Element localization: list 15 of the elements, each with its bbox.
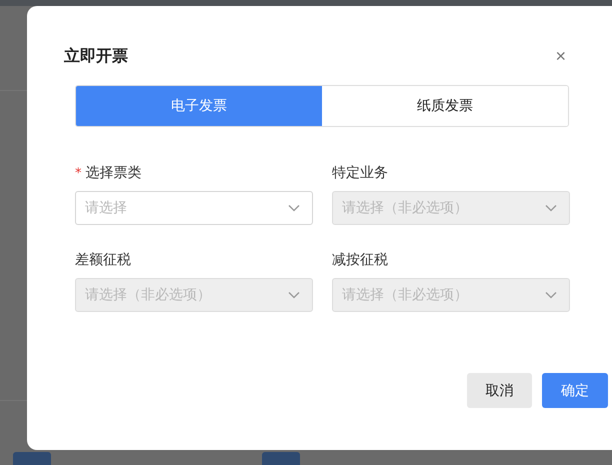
field-label: 选择票类 [86, 164, 142, 182]
dialog-title: 立即开票 [64, 46, 128, 66]
field-label: 特定业务 [332, 164, 388, 182]
field-label: 减按征税 [332, 251, 388, 269]
cancel-button[interactable]: 取消 [467, 373, 532, 408]
chevron-down-icon [545, 291, 557, 299]
chevron-down-icon [288, 204, 300, 212]
select-field[interactable]: 请选择 [75, 191, 313, 225]
confirm-button[interactable]: 确定 [542, 373, 608, 408]
field-label: 差额征税 [75, 251, 131, 269]
chevron-down-icon [288, 291, 300, 299]
chevron-down-icon [545, 204, 557, 212]
tab[interactable]: 电子发票 [76, 86, 322, 126]
close-button[interactable]: × [555, 47, 566, 65]
required-mark: * [75, 166, 82, 180]
